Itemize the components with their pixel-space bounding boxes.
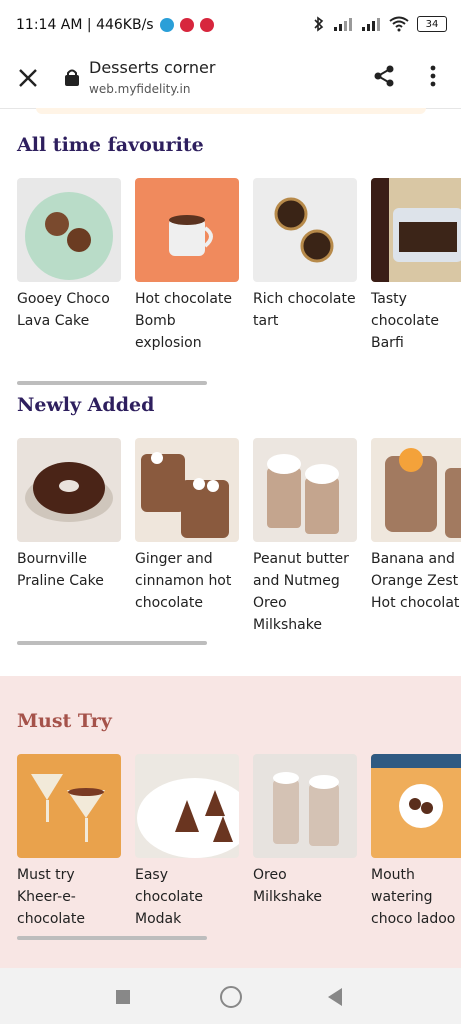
product-image (371, 754, 461, 858)
product-card[interactable]: Rich chocolate tart (253, 178, 357, 354)
product-image (17, 178, 121, 282)
product-title: Hot chocolate Bomb explosion (135, 291, 233, 351)
product-title: Mouth watering choco ladoo (371, 867, 456, 927)
product-image (17, 438, 121, 542)
newly-added-carousel[interactable]: Bournville Praline Cake Ginger and cinna… (17, 438, 461, 636)
product-card[interactable]: Peanut butter and Nutmeg Oreo Milkshake (253, 438, 357, 636)
signal-icon-2 (362, 18, 380, 31)
battery-level: 34 (425, 18, 439, 30)
product-title: Bournville Praline Cake (17, 551, 104, 589)
top-banner-edge (36, 108, 426, 114)
page-title: Desserts corner (89, 58, 216, 77)
product-card[interactable]: Ginger and cinnamon hot chocolate (135, 438, 239, 636)
product-image (135, 438, 239, 542)
signal-icon (334, 18, 352, 31)
favourite-carousel[interactable]: Gooey Choco Lava Cake Hot chocolate Bomb… (17, 178, 461, 354)
battery-icon: 34 (417, 16, 447, 32)
recents-button[interactable] (116, 990, 130, 1004)
custom-tab-toolbar: Desserts corner web.myfidelity.in (0, 52, 461, 109)
bluetooth-icon (314, 16, 324, 32)
telegram-icon (159, 18, 174, 32)
product-title: Peanut butter and Nutmeg Oreo Milkshake (253, 551, 349, 633)
product-title: Easy chocolate Modak (135, 867, 203, 927)
close-icon[interactable] (16, 66, 40, 90)
section-title-all-time-favourite: All time favourite (17, 134, 204, 156)
product-image (253, 438, 357, 542)
home-button[interactable] (220, 986, 242, 1008)
product-image (371, 438, 461, 542)
product-title: Must try Kheer-e-chocolate (17, 867, 85, 927)
back-button[interactable] (328, 988, 342, 1006)
product-card[interactable]: Oreo Milkshake (253, 754, 357, 930)
status-bar: 11:14 AM | 446KB/s 34 (0, 0, 461, 52)
product-image (253, 754, 357, 858)
product-image (135, 178, 239, 282)
product-title: Gooey Choco Lava Cake (17, 291, 110, 329)
product-title: Tasty chocolate Barfi (371, 291, 439, 351)
product-title: Rich chocolate tart (253, 291, 356, 329)
product-image (371, 178, 461, 282)
product-card[interactable]: Easy chocolate Modak (135, 754, 239, 930)
wifi-icon (389, 16, 409, 32)
product-card[interactable]: Hot chocolate Bomb explosion (135, 178, 239, 354)
more-options-icon[interactable] (423, 64, 443, 88)
product-image (135, 754, 239, 858)
must-try-carousel[interactable]: Must try Kheer-e-chocolate Easy chocolat… (17, 754, 461, 930)
must-try-scrollbar[interactable] (17, 936, 207, 940)
page-url: web.myfidelity.in (89, 82, 191, 96)
section-title-must-try: Must Try (17, 710, 112, 732)
product-card[interactable]: Mouth watering choco ladoo (371, 754, 461, 930)
status-left: 11:14 AM | 446KB/s (16, 17, 214, 33)
product-image (17, 754, 121, 858)
section-title-newly-added: Newly Added (17, 394, 155, 416)
share-icon[interactable] (372, 64, 396, 88)
product-card[interactable]: Bournville Praline Cake (17, 438, 121, 636)
favourite-scrollbar[interactable] (17, 381, 207, 385)
product-title: Banana and Orange Zest Hot chocolat (371, 551, 460, 611)
system-nav-bar (0, 968, 461, 1024)
status-right: 34 (313, 16, 447, 32)
product-title: Ginger and cinnamon hot chocolate (135, 551, 232, 611)
product-image (253, 178, 357, 282)
newly-added-scrollbar[interactable] (17, 641, 207, 645)
product-card[interactable]: Tasty chocolate Barfi (371, 178, 461, 354)
product-title: Oreo Milkshake (253, 867, 322, 905)
jio-icon-2 (199, 18, 214, 32)
lock-icon (65, 69, 79, 86)
page-content: All time favourite Gooey Choco Lava Cake… (0, 108, 461, 968)
status-time-speed: 11:14 AM | 446KB/s (16, 17, 154, 33)
product-card[interactable]: Must try Kheer-e-chocolate (17, 754, 121, 930)
product-card[interactable]: Gooey Choco Lava Cake (17, 178, 121, 354)
jio-icon (179, 18, 194, 32)
product-card[interactable]: Banana and Orange Zest Hot chocolat (371, 438, 461, 636)
